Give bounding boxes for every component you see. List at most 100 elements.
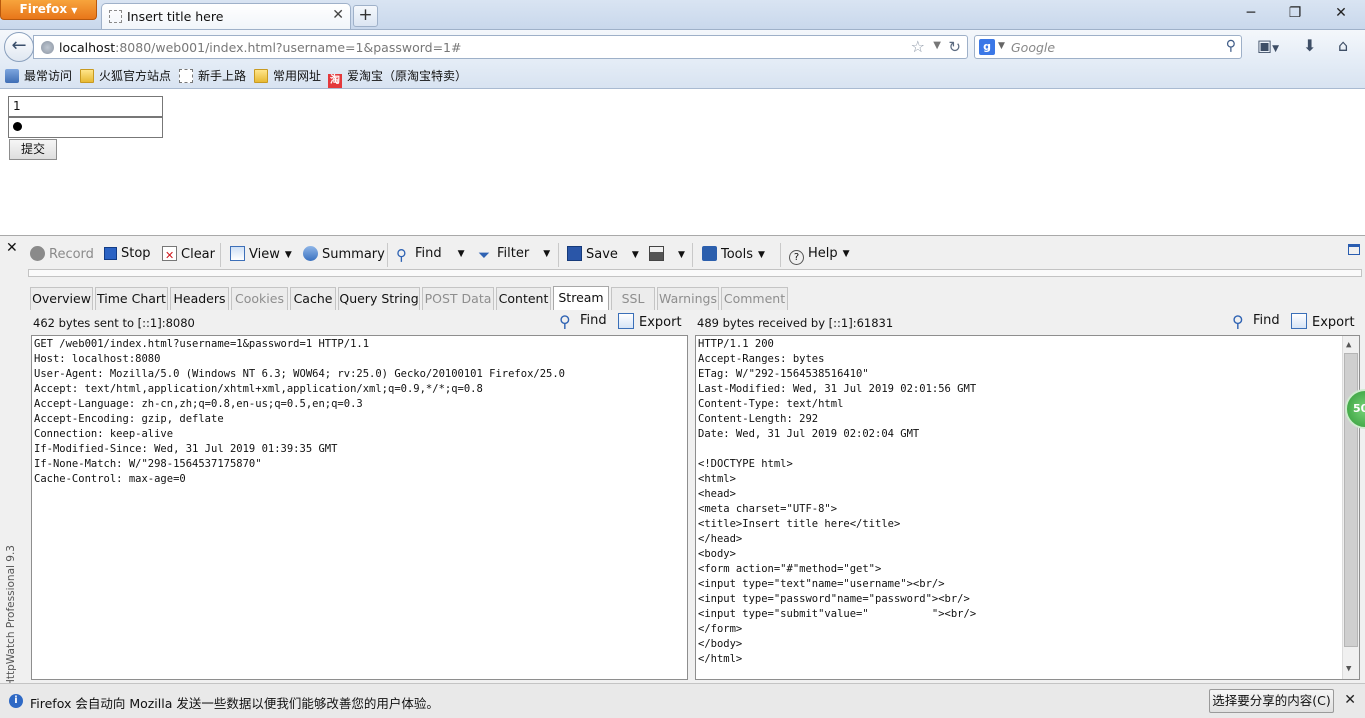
bookmark-common-sites[interactable]: 常用网址 — [254, 67, 321, 84]
request-line: If-None-Match: W/"298-1564537175870" — [34, 458, 262, 470]
submit-button[interactable]: 提交 — [9, 139, 57, 160]
find-label: Find — [415, 246, 442, 261]
save-menu[interactable]: Save ▼ — [567, 246, 639, 262]
firefox-button-label: Firefox — [19, 2, 68, 16]
find-label: Find — [1253, 313, 1280, 328]
close-window-icon[interactable]: ✕ — [1327, 3, 1355, 23]
navigation-bar: localhost:8080/web001/index.html?usernam… — [0, 29, 1365, 62]
bookmark-getting-started[interactable]: 新手上路 — [179, 67, 246, 84]
new-tab-button[interactable]: + — [353, 5, 378, 27]
tools-menu[interactable]: Tools ▼ — [702, 246, 765, 262]
bookmark-aitaobao[interactable]: 淘爱淘宝（原淘宝特卖） — [328, 67, 467, 88]
bookmarks-menu-icon[interactable]: ▣▼ — [1257, 36, 1279, 55]
request-list-strip[interactable] — [28, 269, 1362, 277]
export-icon — [618, 313, 634, 329]
close-tab-icon[interactable]: ✕ — [332, 7, 344, 23]
request-find-button[interactable]: ⚲ Find — [559, 313, 607, 330]
password-input[interactable] — [8, 117, 163, 138]
tab-stream[interactable]: Stream — [553, 286, 609, 310]
response-line: Accept-Ranges: bytes — [698, 353, 825, 365]
response-find-button[interactable]: ⚲ Find — [1232, 313, 1280, 330]
search-icon[interactable]: ⚲ — [1226, 38, 1236, 54]
google-engine-icon[interactable]: g — [979, 39, 995, 55]
tab-overview[interactable]: Overview — [30, 287, 93, 310]
export-label: Export — [639, 315, 682, 330]
folder-icon — [80, 69, 94, 83]
scroll-up-icon[interactable]: ▲ — [1346, 338, 1351, 353]
response-scrollbar[interactable]: ▲ ▼ — [1342, 336, 1359, 679]
choose-share-button[interactable]: 选择要分享的内容(C) — [1209, 689, 1334, 713]
close-panel-icon[interactable]: ✕ — [6, 240, 18, 256]
find-menu[interactable]: ⚲ Find ▼ — [396, 246, 465, 263]
username-input[interactable]: 1 — [8, 96, 163, 117]
stop-button[interactable]: Stop — [104, 246, 151, 261]
response-line: <body> — [698, 548, 736, 560]
tab-headers[interactable]: Headers — [170, 287, 229, 310]
scroll-down-icon[interactable]: ▼ — [1346, 662, 1351, 677]
tab-insert-title[interactable]: Insert title here ✕ — [101, 3, 351, 29]
close-notification-icon[interactable]: ✕ — [1344, 692, 1356, 708]
request-line: Cache-Control: max-age=0 — [34, 473, 186, 485]
tab-content[interactable]: Content — [496, 287, 551, 310]
info-icon: i — [9, 694, 23, 708]
bookmark-star-icon[interactable]: ☆ — [911, 37, 925, 56]
tab-cache[interactable]: Cache — [290, 287, 336, 310]
downloads-icon[interactable]: ⬇ — [1303, 36, 1316, 55]
search-bar[interactable]: g ▼ Google ⚲ — [974, 35, 1242, 59]
export-icon — [1291, 313, 1307, 329]
url-text[interactable]: localhost:8080/web001/index.html?usernam… — [59, 40, 461, 55]
response-line: Content-Length: 292 — [698, 413, 819, 425]
help-menu[interactable]: ? Help ▼ — [789, 246, 850, 265]
save-disk-icon — [567, 246, 582, 261]
filter-menu[interactable]: ⏷ Filter ▼ — [478, 246, 550, 263]
response-line: <input type="password"name="password"><b… — [698, 593, 970, 605]
request-stream-pane[interactable]: GET /web001/index.html?username=1&passwo… — [31, 335, 688, 680]
response-stream-pane[interactable]: HTTP/1.1 200 Accept-Ranges: bytes ETag: W/… — [695, 335, 1360, 680]
page-favicon-icon — [109, 10, 122, 23]
chevron-down-icon: ▼ — [457, 249, 465, 259]
home-icon[interactable]: ⌂ — [1338, 36, 1348, 55]
view-menu[interactable]: View ▼ — [230, 246, 292, 262]
record-icon — [30, 246, 45, 261]
response-line — [698, 442, 1359, 457]
response-export-button[interactable]: Export — [1291, 313, 1355, 330]
response-line: <head> — [698, 488, 736, 500]
firefox-menu-button[interactable]: Firefox ▼ — [0, 0, 97, 20]
tab-query-string[interactable]: Query String — [338, 287, 420, 310]
tab-cookies[interactable]: Cookies — [231, 287, 288, 310]
tab-warnings[interactable]: Warnings — [657, 287, 719, 310]
bookmark-most-visited[interactable]: 最常访问 — [5, 67, 72, 84]
back-button[interactable]: ← — [4, 32, 34, 62]
address-bar[interactable]: localhost:8080/web001/index.html?usernam… — [33, 35, 968, 59]
tab-post-data[interactable]: POST Data — [422, 287, 494, 310]
url-history-dropdown-icon[interactable]: ▼ — [933, 40, 941, 51]
toolbar-separator — [220, 243, 221, 267]
bookmark-firefox-site[interactable]: 火狐官方站点 — [80, 67, 171, 84]
chevron-down-icon: ▼ — [71, 6, 78, 15]
notification-bar: i Firefox 会自动向 Mozilla 发送一些数据以便我们能够改善您的用… — [0, 683, 1365, 718]
request-line: Accept-Encoding: gzip, deflate — [34, 413, 224, 425]
response-line: Last-Modified: Wed, 31 Jul 2019 02:01:56… — [698, 383, 977, 395]
tab-ssl[interactable]: SSL — [611, 287, 655, 310]
dock-panel-icon[interactable] — [1348, 244, 1360, 255]
httpwatch-version-label: HttpWatch Professional 9.3 — [5, 545, 17, 687]
restore-icon[interactable]: ❐ — [1281, 3, 1309, 23]
request-export-button[interactable]: Export — [618, 313, 682, 330]
response-line: Date: Wed, 31 Jul 2019 02:02:04 GMT — [698, 428, 920, 440]
engine-dropdown-icon[interactable]: ▼ — [998, 41, 1005, 51]
site-identity-icon[interactable] — [41, 41, 54, 54]
folder-icon — [254, 69, 268, 83]
record-button[interactable]: Record — [30, 246, 94, 262]
clear-button[interactable]: ✕ Clear — [162, 246, 215, 262]
search-placeholder: Google — [1011, 40, 1056, 55]
minimize-icon[interactable]: ─ — [1237, 3, 1265, 23]
export-label: Export — [1312, 315, 1355, 330]
toolbox-icon — [702, 246, 717, 261]
tab-comment[interactable]: Comment — [721, 287, 788, 310]
print-menu[interactable]: ▼ — [649, 246, 685, 262]
tab-time-chart[interactable]: Time Chart — [95, 287, 168, 310]
response-line: </html> — [698, 653, 743, 665]
summary-button[interactable]: Summary — [303, 246, 385, 262]
taobao-icon: 淘 — [328, 74, 342, 88]
reload-icon[interactable]: ↻ — [948, 38, 961, 56]
